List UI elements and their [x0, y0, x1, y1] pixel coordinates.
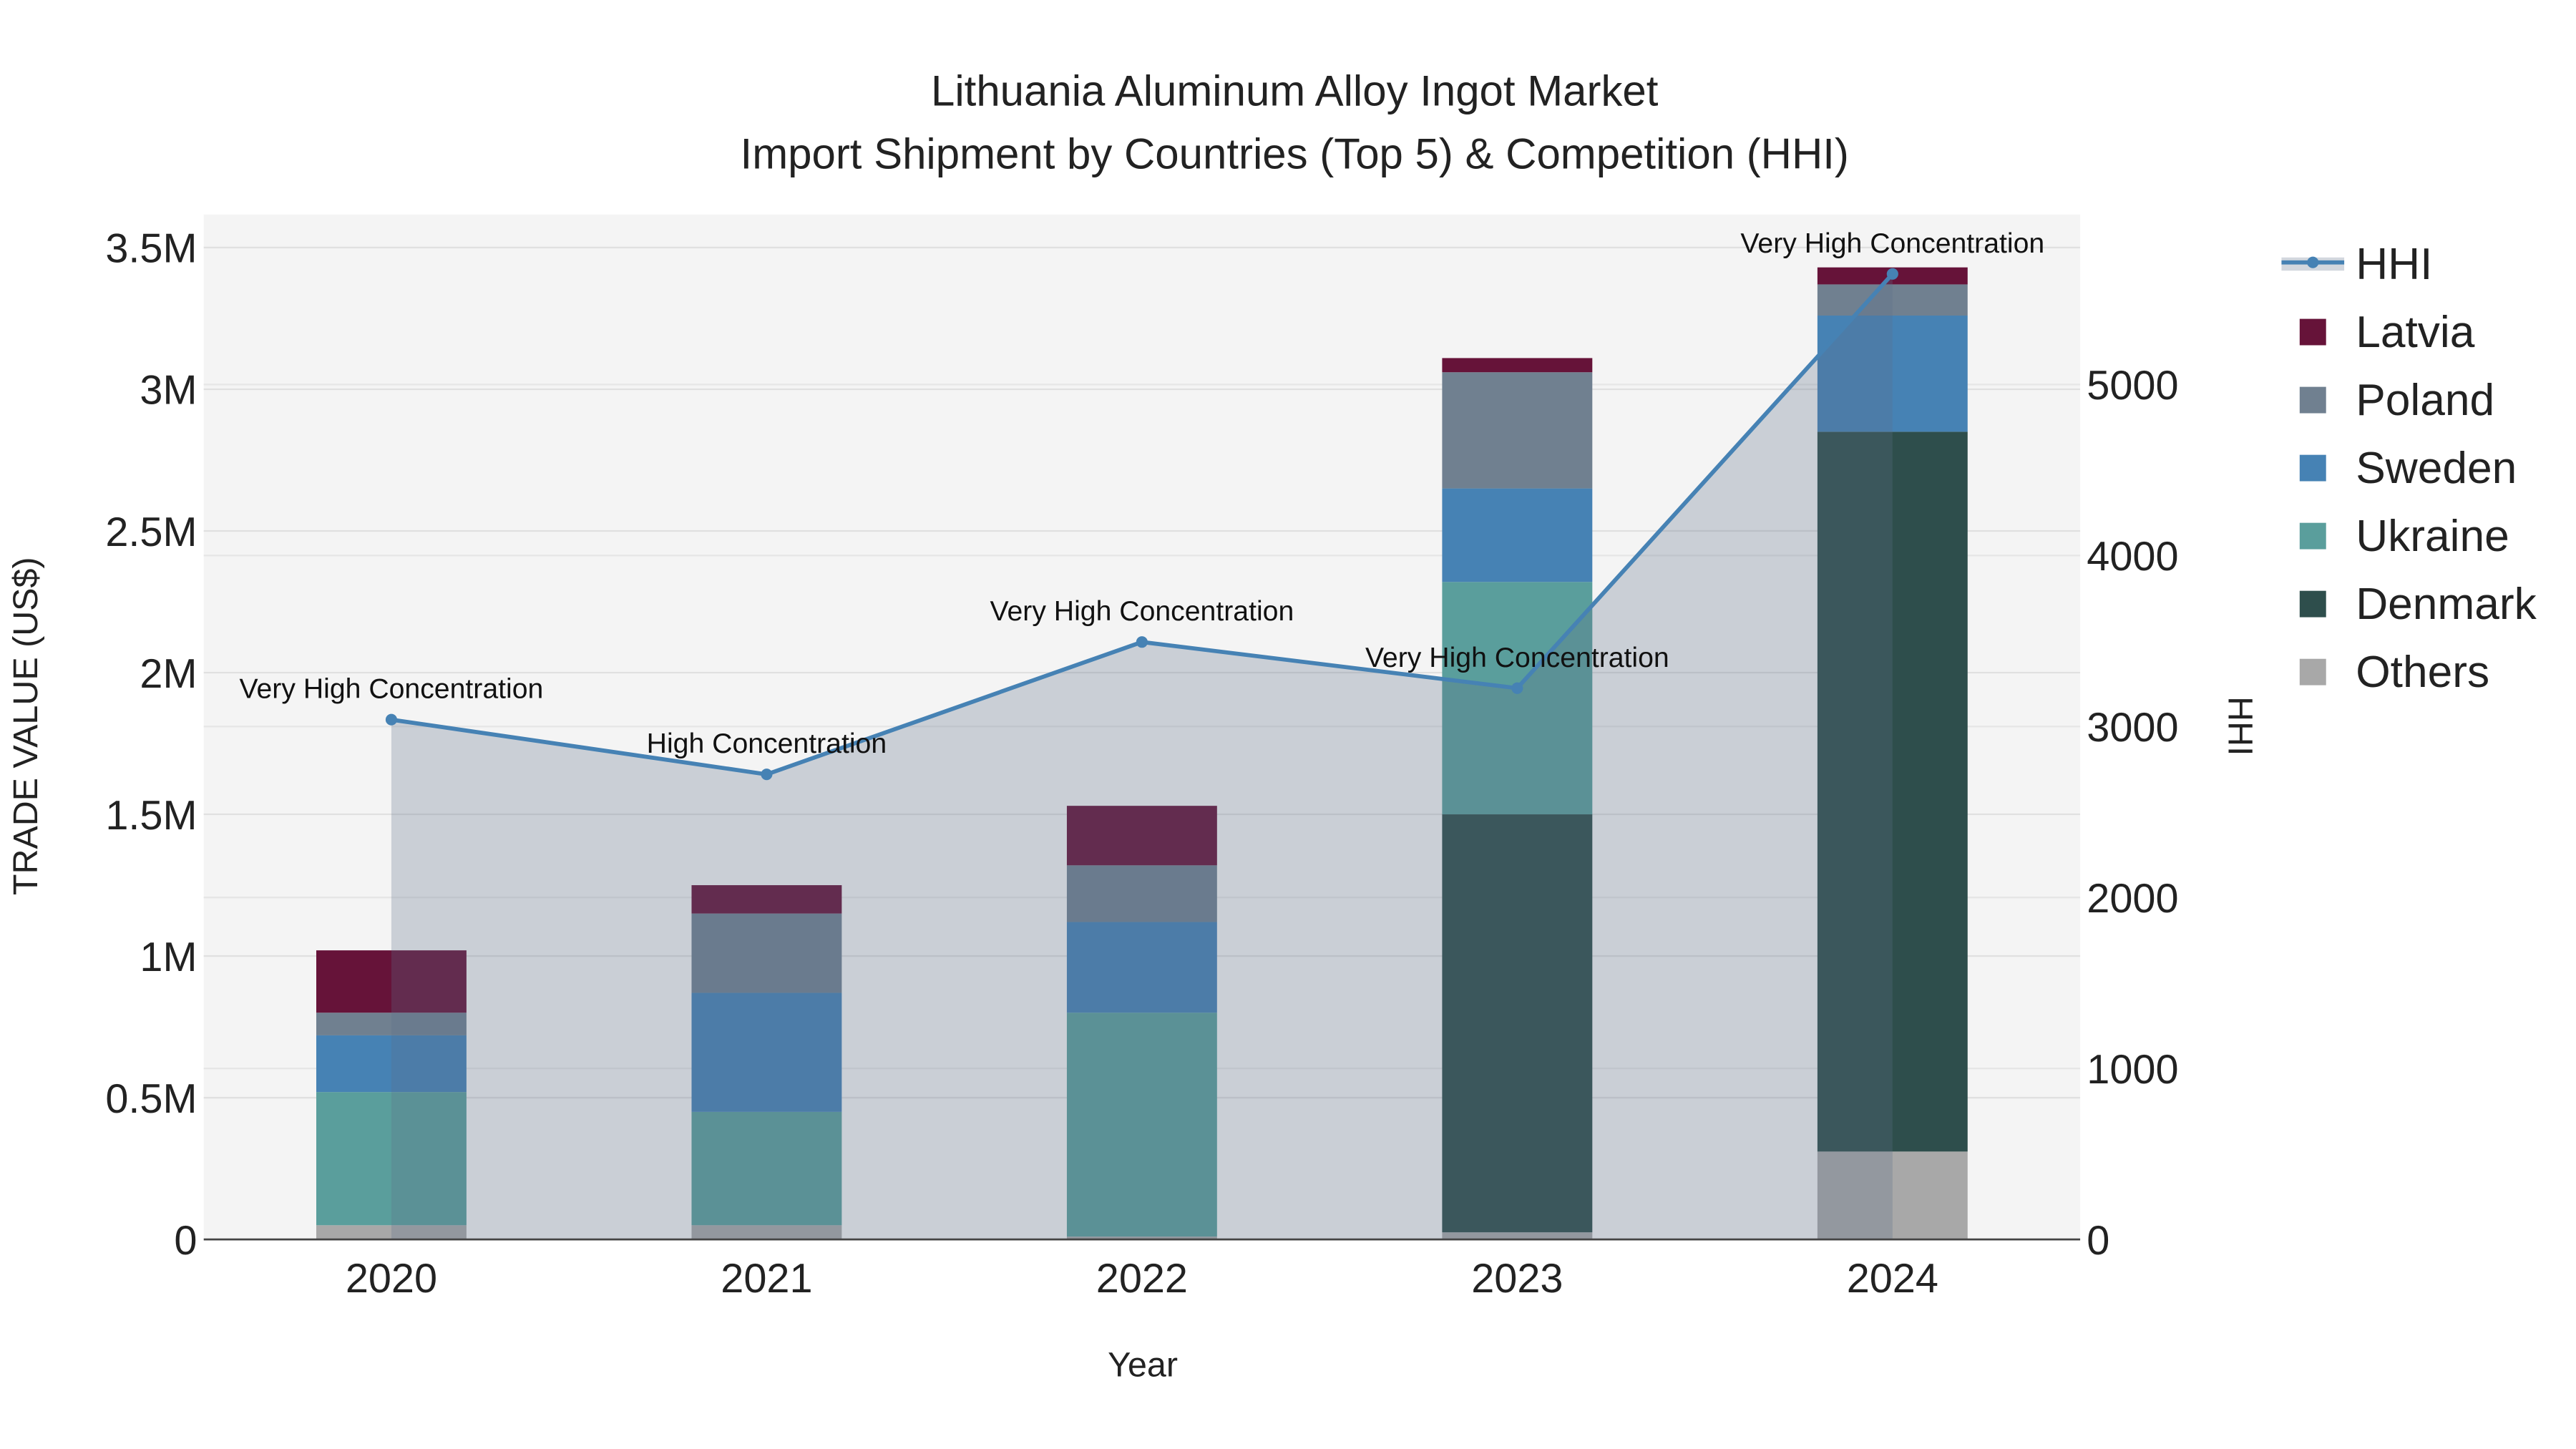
hhi-point-2023 [1511, 682, 1523, 694]
hhi-point-2022 [1136, 636, 1148, 648]
y2-axis-title: HHI [2221, 696, 2260, 756]
y-tick-label: 1.5M [105, 793, 197, 839]
legend-swatch-latvia [2299, 318, 2326, 346]
y-tick-label: 3.5M [105, 226, 197, 272]
legend-label-others: Others [2356, 648, 2489, 697]
hhi-point-2021 [761, 769, 773, 781]
legend-swatch-denmark [2299, 590, 2326, 618]
legend-label-hhi: HHI [2356, 240, 2432, 289]
legend-label-poland: Poland [2356, 376, 2494, 425]
x-tick-label: 2022 [1096, 1256, 1188, 1302]
y-tick-label: 0.5M [105, 1076, 197, 1122]
y-tick-label: 3M [140, 368, 197, 414]
y2-tick-label: 2000 [2087, 876, 2178, 922]
hhi-annotation: Very High Concentration [1740, 228, 2044, 259]
chart-subtitle: Import Shipment by Countries (Top 5) & C… [741, 130, 1849, 177]
y-axis-title: TRADE VALUE (US$) [6, 557, 45, 895]
legend-label-sweden: Sweden [2356, 444, 2517, 493]
x-tick-label: 2020 [346, 1256, 437, 1302]
y2-tick-label: 1000 [2087, 1047, 2178, 1093]
x-tick-label: 2024 [1847, 1256, 1938, 1302]
legend-swatch-ukraine [2299, 522, 2326, 550]
bar-latvia-2023 [1442, 358, 1593, 373]
y-tick-label: 1M [140, 935, 197, 980]
chart-title: Lithuania Aluminum Alloy Ingot Market [931, 67, 1659, 115]
legend: HHI Latvia Poland Sweden Ukraine Denmark Other… [2281, 240, 2537, 697]
chart: 0 0.5M 1M 1.5M 2M 2.5M 3M 3.5M 0 1000 2000 3000 4000… [6, 67, 2537, 1385]
hhi-point-2020 [385, 713, 398, 726]
x-tick-label: 2023 [1471, 1256, 1563, 1302]
hhi-point-2024 [1886, 268, 1898, 280]
bar-sweden-2023 [1442, 488, 1593, 582]
legend-label-denmark: Denmark [2356, 580, 2537, 629]
x-axis-title: Year [1108, 1346, 1178, 1385]
y2-tick-label: 5000 [2087, 363, 2178, 409]
bar-poland-2023 [1442, 372, 1593, 489]
hhi-annotation: Very High Concentration [240, 674, 544, 705]
legend-marker-hhi [2307, 256, 2319, 268]
y2-tick-label: 3000 [2087, 705, 2178, 751]
legend-swatch-sweden [2299, 454, 2326, 482]
y-tick-label: 2.5M [105, 509, 197, 555]
y2-tick-label: 4000 [2087, 534, 2178, 580]
legend-label-latvia: Latvia [2356, 308, 2475, 357]
x-tick-label: 2021 [721, 1256, 812, 1302]
y2-tick-label: 0 [2087, 1218, 2109, 1264]
hhi-annotation: Very High Concentration [1365, 643, 1669, 673]
hhi-annotation: Very High Concentration [990, 596, 1294, 627]
legend-label-ukraine: Ukraine [2356, 512, 2509, 561]
legend-swatch-others [2299, 658, 2326, 686]
hhi-annotation: High Concentration [647, 728, 887, 759]
y-tick-label: 2M [140, 651, 197, 697]
y-tick-label: 0 [174, 1218, 197, 1264]
legend-swatch-poland [2299, 386, 2326, 414]
